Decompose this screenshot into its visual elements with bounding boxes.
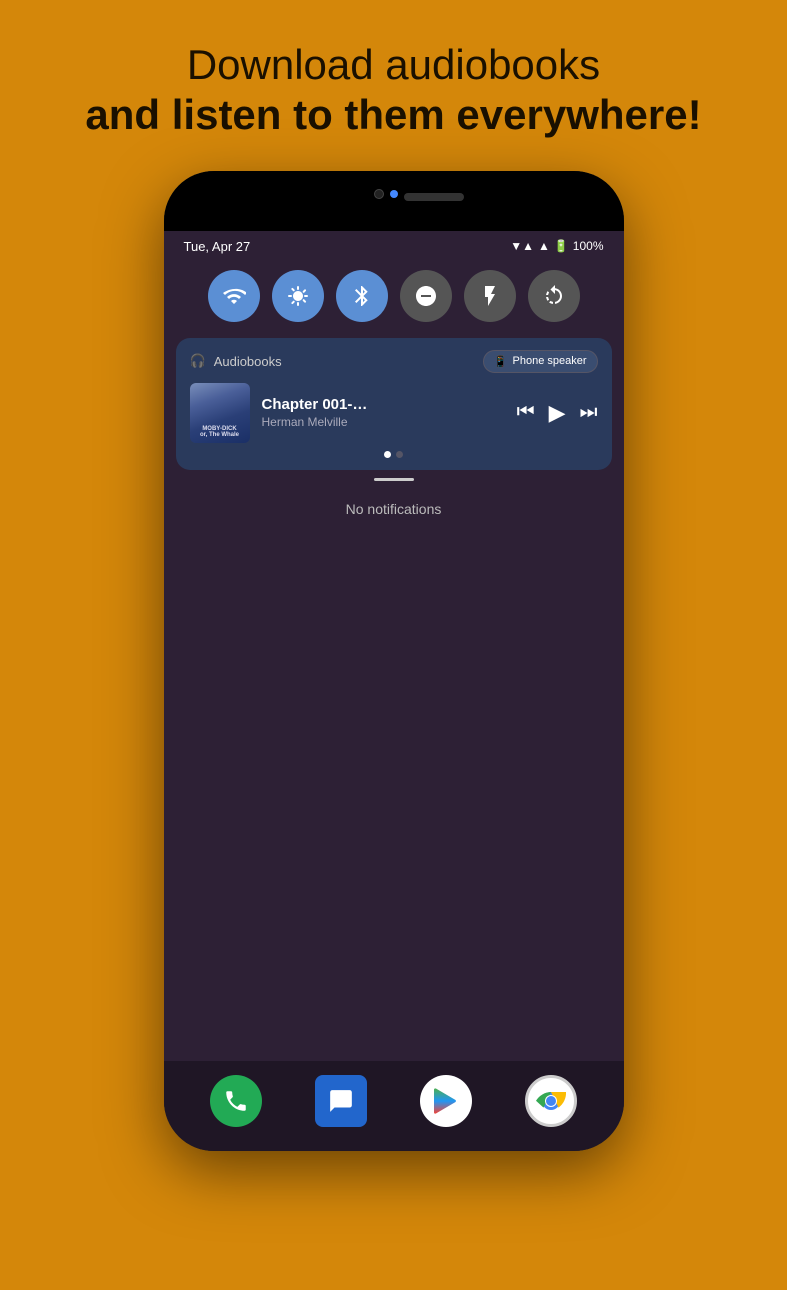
notification-info: Chapter 001-… Herman Melville: [262, 396, 505, 429]
wifi-status-icon: ▼▲: [510, 239, 534, 253]
nav-chrome-icon[interactable]: [525, 1075, 577, 1127]
dot-1: [384, 451, 391, 458]
play-button[interactable]: ▶: [549, 400, 566, 426]
notification-card: 🎧 Audiobooks 📱 Phone speaker MOBY-DICKor…: [176, 338, 612, 470]
brightness-toggle[interactable]: [272, 270, 324, 322]
quick-toggles: [164, 262, 624, 330]
drag-handle: [374, 478, 414, 481]
header-line1: Download audiobooks: [60, 40, 727, 90]
flashlight-toggle[interactable]: [464, 270, 516, 322]
rotate-toggle[interactable]: [528, 270, 580, 322]
signal-status-icon: ▲: [538, 239, 550, 253]
phone-wrapper: Tue, Apr 27 ▼▲ ▲ 🔋 100%: [0, 171, 787, 1151]
book-cover-title: MOBY-DICKor, The Whale: [200, 426, 239, 439]
bottom-nav: [164, 1061, 624, 1151]
phone-camera: [374, 189, 384, 199]
status-time: Tue, Apr 27: [184, 239, 251, 254]
headphone-icon: 🎧: [190, 353, 206, 369]
phone-camera-light: [390, 190, 398, 198]
dnd-toggle[interactable]: [400, 270, 452, 322]
wifi-toggle[interactable]: [208, 270, 260, 322]
status-right: ▼▲ ▲ 🔋 100%: [510, 239, 603, 253]
notification-dots: [190, 451, 598, 458]
fast-forward-button[interactable]: ⏭: [580, 401, 598, 424]
book-cover: MOBY-DICKor, The Whale: [190, 383, 250, 443]
rewind-button[interactable]: ⏮: [517, 401, 535, 424]
output-button[interactable]: 📱 Phone speaker: [483, 350, 598, 373]
header-line2: and listen to them everywhere!: [60, 90, 727, 140]
bluetooth-toggle[interactable]: [336, 270, 388, 322]
nav-phone-icon[interactable]: [210, 1075, 262, 1127]
phone-device: Tue, Apr 27 ▼▲ ▲ 🔋 100%: [164, 171, 624, 1151]
chapter-title: Chapter 001-…: [262, 396, 505, 413]
phone-speaker-top: [404, 193, 464, 201]
author-name: Herman Melville: [262, 415, 505, 429]
header-section: Download audiobooks and listen to them e…: [0, 0, 787, 171]
status-bar: Tue, Apr 27 ▼▲ ▲ 🔋 100%: [164, 231, 624, 262]
phone-screen: Tue, Apr 27 ▼▲ ▲ 🔋 100%: [164, 231, 624, 1151]
nav-messages-icon[interactable]: [315, 1075, 367, 1127]
playback-controls: ⏮ ▶ ⏭: [517, 400, 598, 426]
dot-2: [396, 451, 403, 458]
no-notifications-text: No notifications: [164, 501, 624, 517]
phone-speaker-icon: 📱: [494, 355, 508, 368]
battery-percent: 100%: [573, 239, 604, 253]
nav-play-store-icon[interactable]: [420, 1075, 472, 1127]
notification-header: 🎧 Audiobooks 📱 Phone speaker: [190, 350, 598, 373]
notification-content: MOBY-DICKor, The Whale Chapter 001-… Her…: [190, 383, 598, 443]
battery-status-icon: 🔋: [554, 239, 569, 253]
notification-app-name: 🎧 Audiobooks: [190, 353, 282, 369]
phone-top-bar: [164, 171, 624, 231]
